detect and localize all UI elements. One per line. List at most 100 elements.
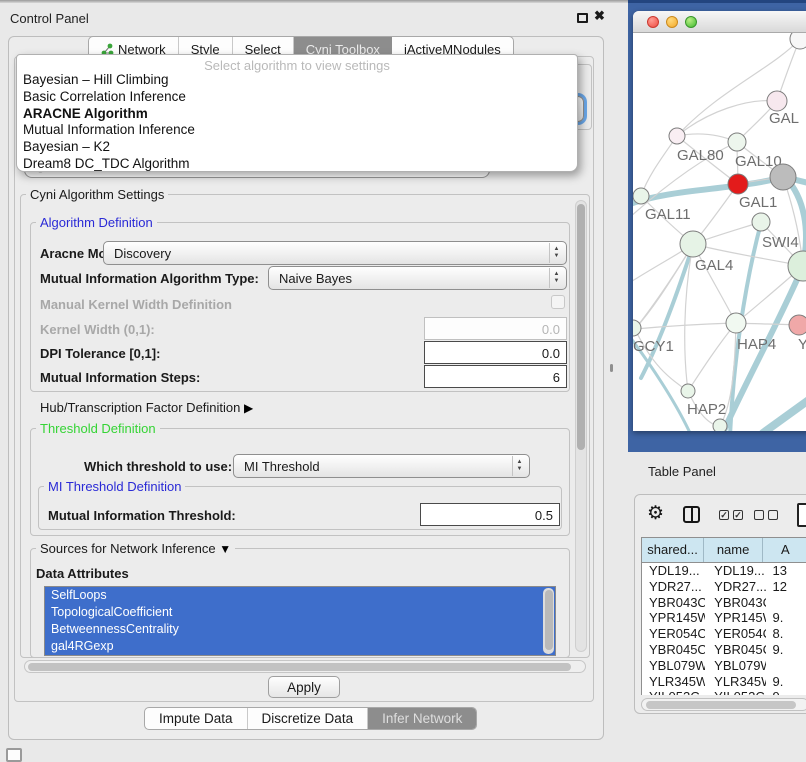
hub-definition-expander[interactable]: Hub/Transcription Factor Definition ▶ [40, 400, 253, 415]
dropdown-item[interactable]: Basic Correlation Inference [17, 89, 577, 106]
table-cell: YPR145W [642, 610, 705, 626]
network-node-hap2[interactable] [681, 384, 695, 398]
dropdown-item[interactable]: Dream8 DC_TDC Algorithm [17, 156, 577, 172]
network-node-gal1[interactable] [728, 174, 748, 194]
network-edge[interactable] [635, 244, 693, 329]
network-node-gal80[interactable] [669, 128, 685, 144]
kernel-width-field[interactable]: 0.0 [424, 317, 567, 340]
sources-title[interactable]: Sources for Network Inference ▼ [36, 541, 235, 556]
table-row[interactable]: YER054CYER054C8. [642, 626, 806, 642]
tab-impute-data[interactable]: Impute Data [145, 708, 248, 729]
close-window-icon[interactable] [647, 16, 659, 28]
mi-type-combobox[interactable]: Naive Bayes ▲▼ [268, 266, 567, 290]
table-panel-region: Table Panel ⚙ ✓ ✓ shared...nameA YDL19..… [628, 452, 806, 762]
table-horizontal-scrollbar[interactable] [641, 698, 806, 711]
settings-horizontal-scrollbar[interactable] [24, 660, 586, 673]
table-cell: 9. [766, 689, 806, 695]
select-all-icon[interactable]: ✓ [719, 510, 729, 520]
table-row[interactable]: YIL052CYIL052C9. [642, 689, 806, 695]
network-edge[interactable] [641, 136, 677, 196]
combo-stepper-icon: ▲▼ [512, 456, 526, 476]
data-attributes-list[interactable]: SelfLoopsTopologicalCoefficientBetweenne… [44, 586, 556, 656]
table-row[interactable]: YLR345WYLR345W9. [642, 674, 806, 690]
attribute-item-selected[interactable]: TopologicalCoefficient [45, 604, 555, 621]
node-label-hap4: HAP4 [737, 336, 776, 353]
network-window-titlebar[interactable] [633, 11, 806, 33]
attribute-item-selected[interactable]: SelfLoops [45, 587, 555, 604]
network-view-window[interactable]: GALGAL80GAL10GAL1GAL11SWI4GAL4GCY1HAP4YH… [633, 11, 806, 431]
network-node-bottom-partial[interactable] [713, 419, 727, 431]
scrollbar-thumb[interactable] [545, 590, 553, 650]
table-cell: 8. [766, 626, 806, 642]
settings-vertical-scrollbar[interactable] [575, 200, 587, 652]
table-row[interactable]: YDL19...YDL19...13 [642, 563, 806, 579]
list-scrollbar[interactable] [543, 588, 554, 654]
table-row[interactable]: YBR043CYBR043C [642, 595, 806, 611]
node-label-hap2: HAP2 [687, 401, 726, 418]
network-node-gal11[interactable] [633, 188, 649, 204]
deselect-all-icon[interactable] [754, 510, 764, 520]
float-panel-icon[interactable] [577, 13, 588, 23]
table-row[interactable]: YBL079WYBL079W [642, 658, 806, 674]
network-canvas[interactable]: GALGAL80GAL10GAL1GAL11SWI4GAL4GCY1HAP4YH… [633, 33, 806, 431]
network-edge[interactable] [677, 101, 777, 136]
dropdown-item[interactable]: ARACNE Algorithm [17, 106, 577, 123]
table-row[interactable]: YPR145WYPR145W9. [642, 610, 806, 626]
tab-discretize-data[interactable]: Discretize Data [248, 708, 369, 729]
tab-infer-network[interactable]: Infer Network [368, 708, 476, 729]
mi-steps-field[interactable]: 6 [424, 365, 567, 388]
table-cell: YBL079W [642, 658, 705, 674]
network-graph: GALGAL80GAL10GAL1GAL11SWI4GAL4GCY1HAP4YH… [633, 33, 806, 431]
algorithm-definition-title: Algorithm Definition [36, 215, 157, 230]
minimize-window-icon[interactable] [666, 16, 678, 28]
network-node-gal-pink[interactable] [767, 91, 787, 111]
which-threshold-label: Which threshold to use: [84, 459, 232, 474]
scrollbar-thumb[interactable] [28, 663, 571, 671]
export-table-icon[interactable] [797, 503, 806, 527]
combo-stepper-icon: ▲▼ [549, 268, 563, 288]
close-panel-icon[interactable]: ✖ [594, 8, 605, 24]
table-row[interactable]: YDR27...YDR27...12 [642, 579, 806, 595]
mi-threshold-field[interactable]: 0.5 [420, 503, 560, 526]
dropdown-item[interactable]: Bayesian – Hill Climbing [17, 72, 577, 89]
table-cell [766, 595, 806, 611]
dpi-tolerance-field[interactable]: 0.0 [424, 341, 567, 364]
column-header[interactable]: name [704, 538, 763, 562]
table-cell: YIL052C [642, 689, 705, 695]
scrollbar-thumb[interactable] [577, 204, 585, 450]
column-visibility-icon[interactable] [683, 506, 700, 523]
network-edge[interactable] [688, 323, 736, 391]
node-table: shared...nameA YDL19...YDL19...13YDR27..… [641, 537, 806, 695]
table-row[interactable]: YBR045CYBR045C9. [642, 642, 806, 658]
network-node-gal4[interactable] [680, 231, 706, 257]
network-node-gray[interactable] [770, 164, 796, 190]
network-node-swi4[interactable] [752, 213, 770, 231]
manual-kernel-label: Manual Kernel Width Definition [40, 297, 232, 312]
attribute-item-selected[interactable]: BetweennessCentrality [45, 621, 555, 638]
attribute-item-selected[interactable]: gal4RGexp [45, 638, 555, 655]
panel-splitter-handle[interactable] [610, 364, 613, 372]
docked-window-icon[interactable] [6, 748, 22, 762]
aracne-mode-combobox[interactable]: Discovery ▲▼ [103, 241, 567, 265]
column-header[interactable]: A [763, 538, 806, 562]
select-all-icon[interactable]: ✓ [733, 510, 743, 520]
table-cell: YBR043C [642, 595, 705, 611]
which-threshold-combobox[interactable]: MI Threshold ▲▼ [233, 454, 530, 478]
table-cell: YBR045C [705, 642, 765, 658]
column-header[interactable]: shared... [642, 538, 704, 562]
manual-kernel-checkbox[interactable] [551, 295, 565, 309]
network-node-gal10[interactable] [728, 133, 746, 151]
dropdown-item[interactable]: Bayesian – K2 [17, 139, 577, 156]
deselect-all-icon[interactable] [768, 510, 778, 520]
scrollbar-thumb[interactable] [646, 701, 796, 709]
settings-gear-icon[interactable]: ⚙ [647, 502, 664, 525]
zoom-window-icon[interactable] [685, 16, 697, 28]
network-edge[interactable] [763, 394, 806, 431]
dropdown-item[interactable]: Mutual Information Inference [17, 122, 577, 139]
table-cell: 13 [766, 563, 806, 579]
apply-button[interactable]: Apply [268, 676, 340, 698]
network-node-salmon[interactable] [789, 315, 806, 335]
table-cell: YER054C [642, 626, 705, 642]
network-node-hap4[interactable] [726, 313, 746, 333]
table-cell: YBR045C [642, 642, 705, 658]
